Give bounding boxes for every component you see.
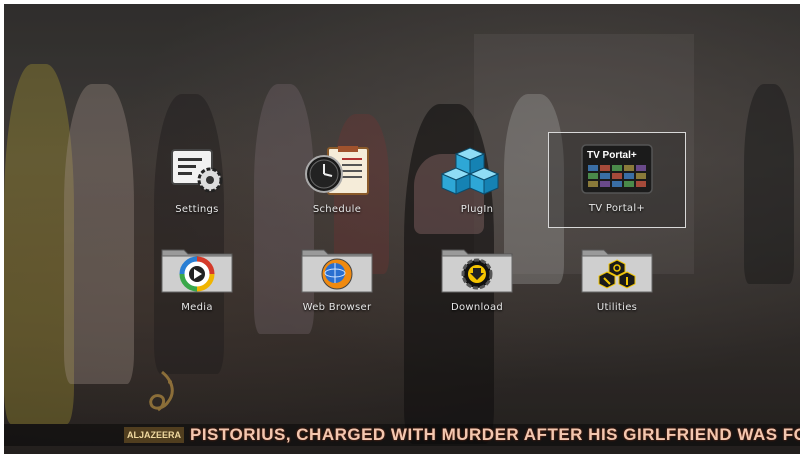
menu-item-label: PlugIn — [460, 204, 494, 215]
utilities-folder-icon — [581, 249, 653, 293]
plugin-cubes-icon — [440, 147, 500, 195]
menu-item-media[interactable]: Media — [128, 232, 266, 328]
menu-item-label: Web Browser — [302, 302, 372, 313]
ticker-headline: PISTORIUS, CHARGED WITH MURDER AFTER HIS… — [190, 425, 800, 444]
news-ticker: ALJAZEERA PISTORIUS, CHARGED WITH MURDER… — [4, 424, 800, 446]
menu-item-schedule[interactable]: Schedule — [268, 134, 406, 230]
menu-item-label: Download — [450, 302, 504, 313]
menu-item-label: Schedule — [312, 204, 362, 215]
menu-item-download[interactable]: Download — [408, 232, 546, 328]
web-browser-folder-icon — [301, 249, 373, 293]
menu-item-utilities[interactable]: Utilities — [548, 232, 686, 328]
menu-item-tv-portal[interactable]: TV Portal+ TV Portal+ — [548, 132, 686, 228]
channel-logo-icon — [149, 370, 174, 412]
tv-portal-logo-text: TV Portal+ — [587, 150, 637, 161]
menu-item-label: Media — [181, 302, 213, 313]
tv-screen: Settings Schedule PlugIn TV Portal+ TV P… — [4, 4, 800, 454]
menu-item-web-browser[interactable]: Web Browser — [268, 232, 406, 328]
schedule-clock-icon — [305, 146, 369, 195]
menu-item-label: TV Portal+ — [588, 203, 646, 214]
media-play-folder-icon — [161, 249, 233, 293]
tv-portal-icon: TV Portal+ — [581, 144, 653, 194]
menu-item-plugin[interactable]: PlugIn — [408, 134, 546, 230]
download-folder-icon — [441, 249, 513, 293]
menu-item-label: Settings — [175, 204, 219, 215]
settings-gear-icon — [171, 149, 223, 193]
menu-item-settings[interactable]: Settings — [128, 134, 266, 230]
menu-item-label: Utilities — [596, 302, 638, 313]
ticker-channel-logo: ALJAZEERA — [124, 427, 185, 443]
